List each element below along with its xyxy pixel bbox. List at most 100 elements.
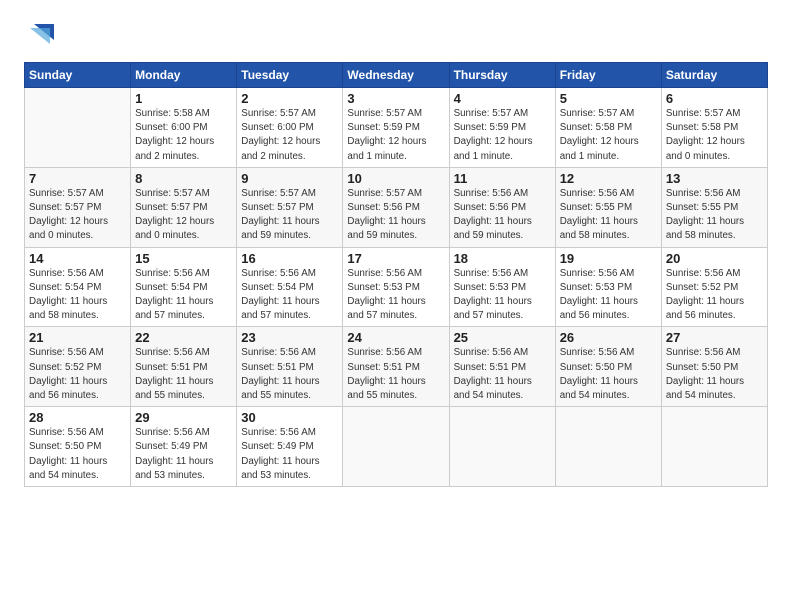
day-info: Sunrise: 5:57 AM Sunset: 5:57 PM Dayligh… bbox=[241, 187, 338, 244]
calendar-cell: 21Sunrise: 5:56 AM Sunset: 5:52 PM Dayli… bbox=[25, 327, 131, 407]
calendar-cell bbox=[343, 407, 449, 487]
calendar-cell: 22Sunrise: 5:56 AM Sunset: 5:51 PM Dayli… bbox=[131, 327, 237, 407]
calendar-cell: 16Sunrise: 5:56 AM Sunset: 5:54 PM Dayli… bbox=[237, 247, 343, 327]
day-info: Sunrise: 5:56 AM Sunset: 5:51 PM Dayligh… bbox=[241, 346, 338, 403]
calendar-cell: 10Sunrise: 5:57 AM Sunset: 5:56 PM Dayli… bbox=[343, 167, 449, 247]
day-number: 17 bbox=[347, 251, 444, 266]
day-info: Sunrise: 5:57 AM Sunset: 5:57 PM Dayligh… bbox=[29, 187, 126, 244]
calendar-cell: 4Sunrise: 5:57 AM Sunset: 5:59 PM Daylig… bbox=[449, 88, 555, 168]
day-info: Sunrise: 5:56 AM Sunset: 5:53 PM Dayligh… bbox=[454, 267, 551, 324]
calendar-cell: 24Sunrise: 5:56 AM Sunset: 5:51 PM Dayli… bbox=[343, 327, 449, 407]
calendar-cell: 29Sunrise: 5:56 AM Sunset: 5:49 PM Dayli… bbox=[131, 407, 237, 487]
day-number: 29 bbox=[135, 410, 232, 425]
day-number: 18 bbox=[454, 251, 551, 266]
header-row: SundayMondayTuesdayWednesdayThursdayFrid… bbox=[25, 63, 768, 88]
day-number: 7 bbox=[29, 171, 126, 186]
day-info: Sunrise: 5:57 AM Sunset: 5:59 PM Dayligh… bbox=[347, 107, 444, 164]
day-number: 27 bbox=[666, 330, 763, 345]
day-info: Sunrise: 5:56 AM Sunset: 5:50 PM Dayligh… bbox=[666, 346, 763, 403]
day-number: 12 bbox=[560, 171, 657, 186]
day-number: 16 bbox=[241, 251, 338, 266]
day-info: Sunrise: 5:56 AM Sunset: 5:49 PM Dayligh… bbox=[241, 426, 338, 483]
calendar-cell: 6Sunrise: 5:57 AM Sunset: 5:58 PM Daylig… bbox=[661, 88, 767, 168]
day-info: Sunrise: 5:56 AM Sunset: 5:56 PM Dayligh… bbox=[454, 187, 551, 244]
col-header-thursday: Thursday bbox=[449, 63, 555, 88]
day-info: Sunrise: 5:56 AM Sunset: 5:55 PM Dayligh… bbox=[560, 187, 657, 244]
day-info: Sunrise: 5:56 AM Sunset: 5:54 PM Dayligh… bbox=[241, 267, 338, 324]
col-header-sunday: Sunday bbox=[25, 63, 131, 88]
page: SundayMondayTuesdayWednesdayThursdayFrid… bbox=[0, 0, 792, 503]
calendar-cell: 23Sunrise: 5:56 AM Sunset: 5:51 PM Dayli… bbox=[237, 327, 343, 407]
day-info: Sunrise: 5:56 AM Sunset: 5:55 PM Dayligh… bbox=[666, 187, 763, 244]
calendar-cell: 3Sunrise: 5:57 AM Sunset: 5:59 PM Daylig… bbox=[343, 88, 449, 168]
calendar-cell: 14Sunrise: 5:56 AM Sunset: 5:54 PM Dayli… bbox=[25, 247, 131, 327]
day-number: 26 bbox=[560, 330, 657, 345]
col-header-tuesday: Tuesday bbox=[237, 63, 343, 88]
calendar-cell: 2Sunrise: 5:57 AM Sunset: 6:00 PM Daylig… bbox=[237, 88, 343, 168]
calendar-cell: 11Sunrise: 5:56 AM Sunset: 5:56 PM Dayli… bbox=[449, 167, 555, 247]
day-info: Sunrise: 5:56 AM Sunset: 5:53 PM Dayligh… bbox=[347, 267, 444, 324]
week-row-5: 28Sunrise: 5:56 AM Sunset: 5:50 PM Dayli… bbox=[25, 407, 768, 487]
day-number: 2 bbox=[241, 91, 338, 106]
day-number: 15 bbox=[135, 251, 232, 266]
day-number: 6 bbox=[666, 91, 763, 106]
day-info: Sunrise: 5:56 AM Sunset: 5:54 PM Dayligh… bbox=[29, 267, 126, 324]
day-info: Sunrise: 5:56 AM Sunset: 5:53 PM Dayligh… bbox=[560, 267, 657, 324]
calendar-cell: 13Sunrise: 5:56 AM Sunset: 5:55 PM Dayli… bbox=[661, 167, 767, 247]
day-info: Sunrise: 5:56 AM Sunset: 5:52 PM Dayligh… bbox=[29, 346, 126, 403]
calendar-cell: 9Sunrise: 5:57 AM Sunset: 5:57 PM Daylig… bbox=[237, 167, 343, 247]
calendar-cell: 27Sunrise: 5:56 AM Sunset: 5:50 PM Dayli… bbox=[661, 327, 767, 407]
calendar-cell: 15Sunrise: 5:56 AM Sunset: 5:54 PM Dayli… bbox=[131, 247, 237, 327]
day-number: 3 bbox=[347, 91, 444, 106]
day-info: Sunrise: 5:56 AM Sunset: 5:54 PM Dayligh… bbox=[135, 267, 232, 324]
day-number: 19 bbox=[560, 251, 657, 266]
day-number: 30 bbox=[241, 410, 338, 425]
day-info: Sunrise: 5:56 AM Sunset: 5:49 PM Dayligh… bbox=[135, 426, 232, 483]
calendar-cell bbox=[661, 407, 767, 487]
logo bbox=[24, 20, 58, 48]
calendar-cell: 28Sunrise: 5:56 AM Sunset: 5:50 PM Dayli… bbox=[25, 407, 131, 487]
col-header-monday: Monday bbox=[131, 63, 237, 88]
day-info: Sunrise: 5:56 AM Sunset: 5:51 PM Dayligh… bbox=[454, 346, 551, 403]
calendar-cell: 1Sunrise: 5:58 AM Sunset: 6:00 PM Daylig… bbox=[131, 88, 237, 168]
week-row-4: 21Sunrise: 5:56 AM Sunset: 5:52 PM Dayli… bbox=[25, 327, 768, 407]
day-info: Sunrise: 5:58 AM Sunset: 6:00 PM Dayligh… bbox=[135, 107, 232, 164]
day-number: 20 bbox=[666, 251, 763, 266]
day-info: Sunrise: 5:56 AM Sunset: 5:51 PM Dayligh… bbox=[135, 346, 232, 403]
col-header-saturday: Saturday bbox=[661, 63, 767, 88]
day-number: 4 bbox=[454, 91, 551, 106]
day-number: 22 bbox=[135, 330, 232, 345]
day-info: Sunrise: 5:56 AM Sunset: 5:50 PM Dayligh… bbox=[560, 346, 657, 403]
day-number: 11 bbox=[454, 171, 551, 186]
calendar-cell: 7Sunrise: 5:57 AM Sunset: 5:57 PM Daylig… bbox=[25, 167, 131, 247]
day-number: 28 bbox=[29, 410, 126, 425]
day-info: Sunrise: 5:57 AM Sunset: 5:58 PM Dayligh… bbox=[666, 107, 763, 164]
calendar-cell: 17Sunrise: 5:56 AM Sunset: 5:53 PM Dayli… bbox=[343, 247, 449, 327]
day-info: Sunrise: 5:56 AM Sunset: 5:51 PM Dayligh… bbox=[347, 346, 444, 403]
col-header-wednesday: Wednesday bbox=[343, 63, 449, 88]
day-info: Sunrise: 5:57 AM Sunset: 6:00 PM Dayligh… bbox=[241, 107, 338, 164]
day-number: 8 bbox=[135, 171, 232, 186]
day-info: Sunrise: 5:57 AM Sunset: 5:58 PM Dayligh… bbox=[560, 107, 657, 164]
day-number: 25 bbox=[454, 330, 551, 345]
calendar-cell: 26Sunrise: 5:56 AM Sunset: 5:50 PM Dayli… bbox=[555, 327, 661, 407]
calendar-cell: 12Sunrise: 5:56 AM Sunset: 5:55 PM Dayli… bbox=[555, 167, 661, 247]
calendar-cell: 25Sunrise: 5:56 AM Sunset: 5:51 PM Dayli… bbox=[449, 327, 555, 407]
calendar-cell: 30Sunrise: 5:56 AM Sunset: 5:49 PM Dayli… bbox=[237, 407, 343, 487]
calendar-cell bbox=[449, 407, 555, 487]
day-number: 13 bbox=[666, 171, 763, 186]
day-number: 24 bbox=[347, 330, 444, 345]
day-info: Sunrise: 5:57 AM Sunset: 5:57 PM Dayligh… bbox=[135, 187, 232, 244]
day-info: Sunrise: 5:56 AM Sunset: 5:50 PM Dayligh… bbox=[29, 426, 126, 483]
day-number: 5 bbox=[560, 91, 657, 106]
calendar-cell: 5Sunrise: 5:57 AM Sunset: 5:58 PM Daylig… bbox=[555, 88, 661, 168]
day-number: 1 bbox=[135, 91, 232, 106]
col-header-friday: Friday bbox=[555, 63, 661, 88]
week-row-2: 7Sunrise: 5:57 AM Sunset: 5:57 PM Daylig… bbox=[25, 167, 768, 247]
calendar-cell: 18Sunrise: 5:56 AM Sunset: 5:53 PM Dayli… bbox=[449, 247, 555, 327]
day-info: Sunrise: 5:56 AM Sunset: 5:52 PM Dayligh… bbox=[666, 267, 763, 324]
day-info: Sunrise: 5:57 AM Sunset: 5:59 PM Dayligh… bbox=[454, 107, 551, 164]
calendar-cell: 8Sunrise: 5:57 AM Sunset: 5:57 PM Daylig… bbox=[131, 167, 237, 247]
day-number: 14 bbox=[29, 251, 126, 266]
calendar-cell: 20Sunrise: 5:56 AM Sunset: 5:52 PM Dayli… bbox=[661, 247, 767, 327]
